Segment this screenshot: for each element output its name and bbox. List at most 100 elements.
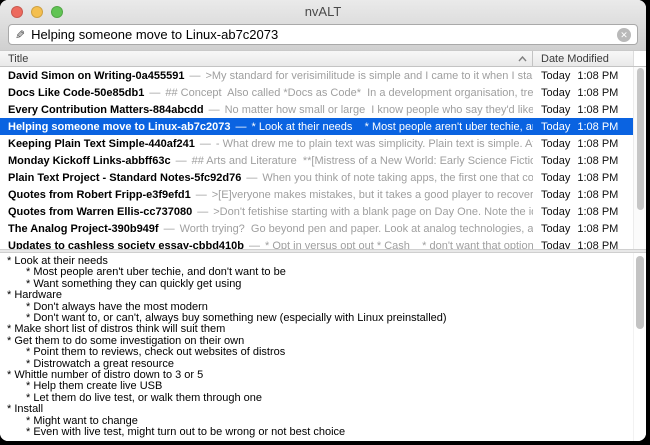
- column-header-title[interactable]: Title: [0, 51, 532, 66]
- date-time: 1:08 PM: [577, 172, 618, 184]
- date-time: 1:08 PM: [577, 121, 618, 133]
- column-date-label: Date Modified: [541, 53, 609, 65]
- title-preview-separator: —: [189, 70, 200, 82]
- note-body-line: * Point them to reviews, check out websi…: [0, 347, 632, 358]
- title-preview-separator: —: [249, 240, 260, 250]
- table-row[interactable]: Quotes from Robert Fripp-e3f9efd1—>[E]ve…: [0, 186, 633, 203]
- note-preview: - What drew me to plain text was simplic…: [216, 138, 533, 150]
- note-body-text[interactable]: * Look at their needs* Most people aren'…: [0, 253, 646, 439]
- date-time: 1:08 PM: [577, 155, 618, 167]
- note-title-cell: Quotes from Warren Ellis-cc737080 — >Don't…: [0, 206, 533, 218]
- title-preview-separator: —: [176, 155, 187, 167]
- note-preview: ## Concept Also called *Docs as Code* In…: [165, 87, 533, 99]
- note-title: Every Contribution Matters-884abcdd: [8, 104, 204, 116]
- note-date-cell: Today1:08 PM: [533, 206, 633, 218]
- date-day: Today: [541, 189, 570, 201]
- note-preview: * Look at their needs * Most people aren…: [252, 121, 533, 133]
- note-date-cell: Today 1:08 PM: [533, 138, 633, 150]
- table-row[interactable]: Helping someone move to Linux-ab7c2073 — *…: [0, 118, 633, 135]
- header-scrollbar-corner: [633, 51, 646, 66]
- close-window-icon[interactable]: [11, 6, 23, 18]
- date-day: Today: [541, 206, 570, 218]
- note-list-pane: David Simon on Writing-0a455591 — >My stan…: [0, 67, 646, 249]
- note-preview: >Don't fetishise starting with a blank p…: [213, 206, 533, 218]
- note-title-cell: Keeping Plain Text Simple-440af241 — - Wha…: [0, 138, 533, 150]
- note-title: Keeping Plain Text Simple-440af241: [8, 138, 195, 150]
- titlebar[interactable]: nvALT ✎ Helping someone move to Linux-ab…: [0, 0, 646, 50]
- search-value[interactable]: Helping someone move to Linux-ab7c2073: [31, 27, 617, 42]
- note-date-cell: Today 1:08 PM: [533, 155, 633, 167]
- title-preview-separator: —: [197, 206, 208, 218]
- note-body-line: * Let them do live test, or walk them th…: [0, 393, 632, 404]
- note-date-cell: Today1:08 PM: [533, 240, 633, 250]
- column-header-date-modified[interactable]: Date Modified: [533, 51, 633, 66]
- note-preview: When you think of note taking apps, the …: [262, 172, 533, 184]
- date-day: Today: [541, 70, 570, 82]
- date-day: Today: [541, 87, 570, 99]
- date-day: Today: [541, 104, 570, 116]
- note-preview: >My standard for verisimilitude is simpl…: [205, 70, 533, 82]
- note-title: Helping someone move to Linux-ab7c2073: [8, 121, 231, 133]
- date-time: 1:08 PM: [577, 240, 618, 250]
- title-preview-separator: —: [164, 223, 175, 235]
- date-time: 1:08 PM: [577, 104, 618, 116]
- zoom-window-icon[interactable]: [51, 6, 63, 18]
- table-row[interactable]: David Simon on Writing-0a455591 — >My stan…: [0, 67, 633, 84]
- note-date-cell: Today 1:08 PM: [533, 104, 633, 116]
- table-row[interactable]: Plain Text Project - Standard Notes-5fc9…: [0, 169, 633, 186]
- title-preview-separator: —: [149, 87, 160, 99]
- pencil-icon: ✎: [15, 29, 25, 41]
- note-title: Quotes from Robert Fripp-e3f9efd1: [8, 189, 191, 201]
- title-preview-separator: —: [209, 104, 220, 116]
- title-preview-separator: —: [246, 172, 257, 184]
- window-title: nvALT: [0, 0, 646, 19]
- note-title: Updates to cashless society essay-cbbd41…: [8, 240, 244, 250]
- table-row[interactable]: Keeping Plain Text Simple-440af241 — - Wha…: [0, 135, 633, 152]
- note-title-cell: Monday Kickoff Links-abbff63c—## Arts an…: [0, 155, 533, 167]
- title-preview-separator: —: [200, 138, 211, 150]
- list-scrollbar-thumb[interactable]: [637, 68, 644, 210]
- note-editor-pane[interactable]: * Look at their needs* Most people aren'…: [0, 253, 646, 441]
- editor-scrollbar-thumb[interactable]: [636, 256, 644, 329]
- note-title: Plain Text Project - Standard Notes-5fc9…: [8, 172, 241, 184]
- column-title-label: Title: [8, 53, 28, 65]
- table-row[interactable]: The Analog Project-390b949f—Worth trying…: [0, 220, 633, 237]
- minimize-window-icon[interactable]: [31, 6, 43, 18]
- date-day: Today: [541, 223, 570, 235]
- search-input[interactable]: ✎ Helping someone move to Linux-ab7c2073…: [8, 24, 638, 45]
- note-date-cell: Today 1:08 PM: [533, 189, 633, 201]
- date-day: Today: [541, 138, 570, 150]
- table-row[interactable]: Updates to cashless society essay-cbbd41…: [0, 237, 633, 249]
- note-preview: No matter how small or large I know peop…: [225, 104, 533, 116]
- date-day: Today: [541, 121, 570, 133]
- date-time: 1:08 PM: [577, 189, 618, 201]
- table-row[interactable]: Every Contribution Matters-884abcdd — No m…: [0, 101, 633, 118]
- title-preview-separator: —: [236, 121, 247, 133]
- note-title-cell: Quotes from Robert Fripp-e3f9efd1—>[E]ve…: [0, 189, 533, 201]
- table-row[interactable]: Quotes from Warren Ellis-cc737080 — >Don't…: [0, 203, 633, 220]
- note-date-cell: Today 1:08 PM: [533, 121, 633, 133]
- date-time: 1:08 PM: [577, 223, 618, 235]
- note-body-line: * Hardware: [0, 290, 632, 301]
- note-date-cell: Today 1:08 PM: [533, 70, 633, 82]
- clear-search-icon[interactable]: ✕: [617, 28, 631, 42]
- editor-scrollbar-track[interactable]: [633, 253, 646, 441]
- note-preview: Worth trying? Go beyond pen and paper. L…: [180, 223, 533, 235]
- table-row[interactable]: Monday Kickoff Links-abbff63c—## Arts an…: [0, 152, 633, 169]
- note-preview: ## Arts and Literature **[Mistress of a …: [192, 155, 533, 167]
- note-title-cell: Docs Like Code-50e85db1—## Concept Also …: [0, 87, 533, 99]
- note-title-cell: Helping someone move to Linux-ab7c2073 — *…: [0, 121, 533, 133]
- date-time: 1:08 PM: [577, 138, 618, 150]
- table-row[interactable]: Docs Like Code-50e85db1—## Concept Also …: [0, 84, 633, 101]
- date-day: Today: [541, 172, 570, 184]
- note-title-cell: Every Contribution Matters-884abcdd — No m…: [0, 104, 533, 116]
- date-time: 1:08 PM: [577, 70, 618, 82]
- list-column-header: Title Date Modified: [0, 50, 646, 67]
- note-title: Quotes from Warren Ellis-cc737080: [8, 206, 192, 218]
- date-day: Today: [541, 155, 570, 167]
- note-title: David Simon on Writing-0a455591: [8, 70, 184, 82]
- list-scrollbar-track[interactable]: [633, 67, 646, 249]
- note-preview: * Opt in versus opt out * Cash * don't w…: [265, 240, 533, 250]
- note-title-cell: Plain Text Project - Standard Notes-5fc9…: [0, 172, 533, 184]
- traffic-lights: [11, 6, 63, 18]
